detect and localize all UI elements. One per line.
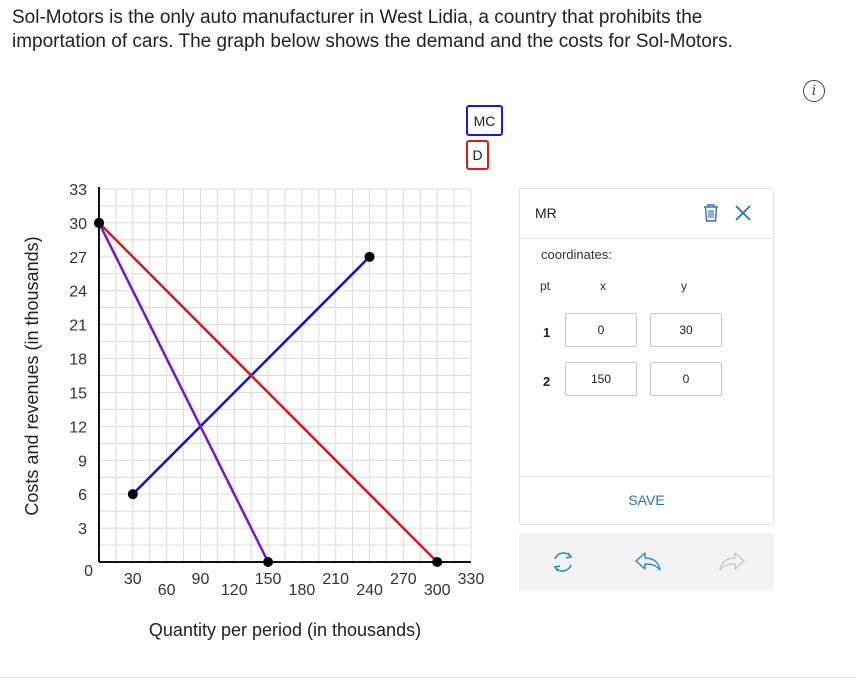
d-point-2[interactable]	[432, 557, 443, 567]
coordinates-label: coordinates:	[541, 247, 612, 262]
x-column-header: x	[600, 279, 606, 293]
x-tick-label: 330	[458, 571, 485, 588]
demand-tool-button[interactable]: D	[466, 140, 489, 170]
y-tick-label: 15	[69, 385, 87, 402]
trash-icon[interactable]	[702, 203, 720, 223]
grid	[99, 188, 472, 562]
save-button[interactable]: SAVE	[520, 492, 773, 508]
question-text: Sol-Motors is the only auto manufacturer…	[12, 6, 842, 54]
y-tick-label: 9	[78, 453, 87, 470]
x-tick-label: 90	[192, 571, 210, 588]
x-tick-label: 180	[289, 582, 316, 599]
panel-title: MR	[535, 205, 557, 221]
undo-icon[interactable]	[633, 548, 663, 576]
y-tick-label: 27	[69, 250, 87, 267]
y-tick-label: 33	[69, 182, 87, 199]
point-2-x-input[interactable]: 150	[565, 362, 637, 396]
y-tick-label: 6	[78, 487, 87, 504]
point-2-number: 2	[543, 374, 551, 389]
pt-column-header: pt	[540, 279, 551, 293]
y-column-header: y	[681, 279, 687, 293]
mr-point-2[interactable]	[263, 557, 274, 567]
y-tick-labels: 0 3 6 9 12 15 18 21 24 27 30 33	[69, 182, 93, 580]
x-tick-labels: 30 60 90 120 150 180 210 240 270 300 330	[124, 571, 485, 599]
info-icon[interactable]: i	[803, 80, 825, 102]
x-tick-label: 60	[158, 582, 176, 599]
point-1-x-input[interactable]: 0	[565, 313, 637, 347]
graph-toolbar	[519, 533, 774, 591]
x-tick-label: 30	[124, 571, 142, 588]
x-tick-label: 240	[356, 582, 383, 599]
x-tick-label: 210	[322, 571, 349, 588]
x-tick-label: 300	[424, 582, 451, 599]
y-tick-label: 3	[78, 521, 87, 538]
point-1-y-input[interactable]: 30	[650, 313, 722, 347]
mr-point-1[interactable]	[94, 217, 104, 228]
mc-tool-button[interactable]: MC	[466, 105, 503, 136]
y-tick-label: 0	[84, 563, 93, 580]
x-tick-label: 150	[255, 571, 282, 588]
y-tick-label: 30	[69, 216, 87, 233]
mc-point-1[interactable]	[127, 489, 138, 500]
point-2-y-input[interactable]: 0	[650, 362, 722, 396]
graph-area[interactable]: 30 60 90 120 150 180 210 240 270 300 330 0 3 6 9 12 15 1…	[0, 170, 500, 650]
mc-label: MC	[473, 112, 496, 129]
demand-label: D	[472, 147, 483, 163]
y-tick-label: 12	[69, 419, 87, 436]
question-line-1: Sol-Motors is the only auto manufacturer…	[12, 7, 703, 28]
close-icon[interactable]	[734, 203, 752, 223]
x-tick-label: 270	[390, 571, 417, 588]
y-tick-label: 18	[69, 352, 87, 369]
y-tick-label: 21	[69, 318, 87, 335]
x-tick-label: 120	[221, 582, 248, 599]
question-line-2: importation of cars. The graph below sho…	[12, 31, 733, 52]
point-editor-panel: MR coordinates: pt x y 1 0 30 2 150 0 SA…	[519, 188, 774, 525]
x-axis-title: Quantity per period (in thousands)	[149, 620, 421, 640]
y-tick-label: 24	[69, 284, 87, 301]
panel-header: MR	[520, 189, 773, 239]
redo-icon[interactable]	[717, 548, 747, 576]
save-area: SAVE	[520, 476, 773, 525]
bottom-divider	[0, 677, 856, 678]
reset-icon[interactable]	[548, 548, 578, 576]
point-1-number: 1	[543, 325, 551, 340]
y-axis-title: Costs and revenues (in thousands)	[22, 236, 42, 515]
mc-point-2[interactable]	[364, 251, 375, 262]
